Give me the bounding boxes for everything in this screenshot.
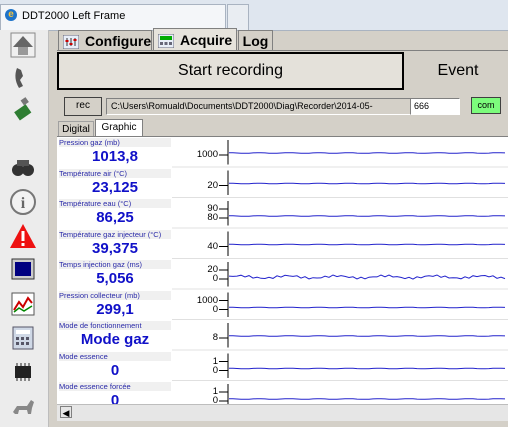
- channel-trace: [228, 243, 506, 246]
- channel-trace: [228, 398, 506, 400]
- channel-value: 5,056: [96, 270, 134, 287]
- tab-strip-divider: [57, 50, 508, 51]
- event-button[interactable]: Event: [408, 52, 508, 90]
- channel-label: Température air (°C): [59, 168, 171, 178]
- channel-trace: [228, 215, 506, 217]
- subtab-graphic[interactable]: Graphic: [95, 119, 143, 136]
- chip-icon[interactable]: [6, 357, 40, 387]
- axis-tick-label: 80: [207, 212, 218, 223]
- rec-indicator: rec: [64, 97, 102, 116]
- channel-label: Mode essence: [59, 351, 171, 361]
- new-tab-button[interactable]: [227, 4, 249, 30]
- window-title: DDT2000 Left Frame: [22, 10, 126, 22]
- tab-log[interactable]: Log: [238, 30, 273, 51]
- left-toolbar: i: [0, 30, 49, 427]
- channel-label: Température eau (°C): [59, 199, 171, 208]
- channel-value: 1013,8: [92, 148, 138, 165]
- scroll-left-arrow-icon[interactable]: ◀: [60, 406, 72, 418]
- axis-tick-label: 1000: [196, 149, 218, 160]
- tab-acquire-label: Acquire: [180, 32, 233, 48]
- channel-value: Mode gaz: [80, 331, 150, 348]
- acquire-icon: [157, 33, 175, 49]
- channel-label: Mode de fonctionnement: [59, 321, 171, 330]
- start-recording-button[interactable]: Start recording: [57, 52, 404, 90]
- usb-plug-icon[interactable]: [6, 96, 40, 126]
- axis-tick-label: 0: [212, 364, 218, 376]
- axis-tick-label: 40: [207, 240, 218, 252]
- channel-value: 0: [110, 361, 120, 379]
- channel-label: Mode essence forcée: [59, 382, 171, 391]
- tab-configure[interactable]: Configure: [58, 30, 152, 51]
- dog-icon[interactable]: [6, 391, 40, 421]
- channel-value: 39,375: [92, 239, 138, 257]
- channel-trace: [228, 182, 506, 185]
- channel-value: 299,1: [96, 300, 134, 318]
- channel-value: 86,25: [96, 209, 134, 226]
- browser-icon: e: [5, 9, 17, 21]
- channel-trace: [228, 335, 506, 337]
- recording-path-field[interactable]: C:\Users\Romuald\Documents\DDT2000\Diag\…: [106, 98, 411, 115]
- info-icon[interactable]: i: [6, 187, 40, 217]
- channel-trace: [228, 274, 506, 280]
- com-status-indicator: com: [471, 97, 501, 114]
- phone-icon[interactable]: [6, 63, 40, 93]
- chart-icon[interactable]: [6, 289, 40, 319]
- record-number-field[interactable]: 666: [410, 98, 460, 115]
- tab-log-label: Log: [242, 33, 269, 49]
- channel-trace: [228, 152, 506, 154]
- monitor-icon[interactable]: [6, 255, 40, 285]
- tab-acquire[interactable]: Acquire: [153, 28, 237, 51]
- binoculars-icon[interactable]: [6, 153, 40, 183]
- channel-label: Temps injection gaz (ms): [59, 260, 171, 269]
- channel-label: Pression collecteur (mb): [59, 290, 171, 300]
- axis-tick-label: 0: [212, 273, 218, 284]
- horizontal-scrollbar[interactable]: [57, 404, 508, 421]
- tab-configure-label: Configure: [85, 33, 152, 49]
- subtab-digital[interactable]: Digital: [58, 121, 94, 136]
- channel-trace: [228, 367, 506, 370]
- calculator-icon[interactable]: [6, 323, 40, 353]
- channel-value: 23,125: [92, 178, 138, 196]
- channel-trace: [228, 306, 506, 309]
- channel-label: Pression gaz (mb): [59, 138, 171, 147]
- configure-icon: [62, 34, 80, 50]
- home-icon[interactable]: [6, 30, 40, 60]
- axis-tick-label: 0: [212, 303, 218, 315]
- warning-icon[interactable]: [6, 221, 40, 251]
- svg-text:i: i: [21, 195, 26, 212]
- axis-tick-label: 8: [212, 332, 218, 343]
- axis-tick-label: 20: [207, 179, 218, 191]
- channel-label: Température gaz injecteur (°C): [59, 229, 171, 239]
